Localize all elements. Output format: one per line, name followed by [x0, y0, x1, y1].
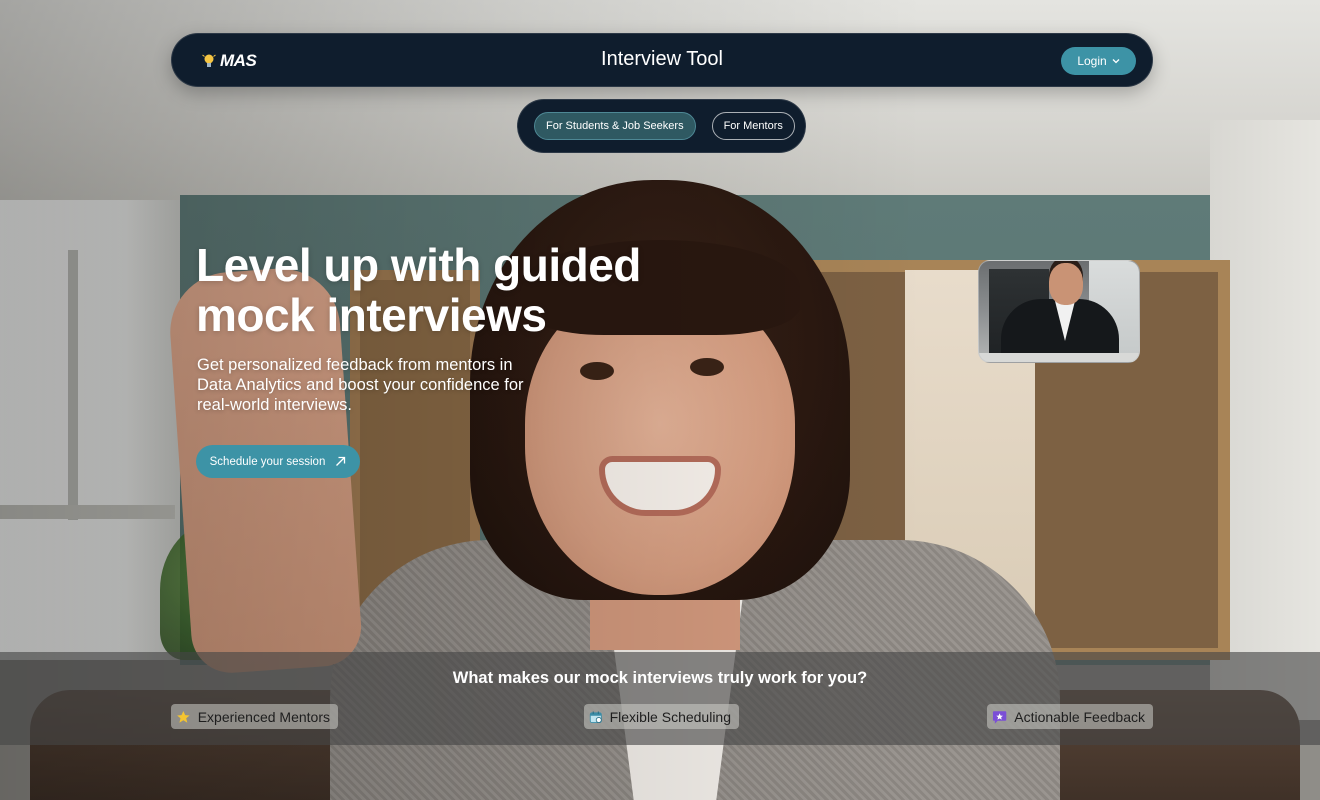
features-band: What makes our mock interviews truly wor… — [0, 652, 1320, 745]
arrow-up-right-icon — [336, 456, 346, 466]
schedule-session-button[interactable]: Schedule your session — [196, 445, 360, 478]
feature-label: Actionable Feedback — [1014, 708, 1145, 725]
feature-label: Experienced Mentors — [197, 708, 330, 725]
login-button[interactable]: Login — [1061, 47, 1136, 75]
calendar-icon — [589, 710, 602, 723]
feature-flexible-scheduling: Flexible Scheduling — [584, 704, 739, 729]
feature-label: Flexible Scheduling — [609, 708, 731, 725]
hero-subtitle: Get personalized feedback from mentors i… — [197, 356, 524, 414]
feature-actionable-feedback: Actionable Feedback — [987, 704, 1153, 729]
tab-students-job-seekers[interactable]: For Students & Job Seekers — [534, 112, 696, 140]
page-title: Interview Tool — [601, 48, 723, 70]
feature-experienced-mentors: Experienced Mentors — [171, 704, 338, 729]
features-heading: What makes our mock interviews truly wor… — [452, 669, 868, 687]
schedule-session-label: Schedule your session — [209, 455, 326, 468]
tab-mentors[interactable]: For Mentors — [711, 112, 795, 140]
star-icon — [177, 710, 190, 723]
chevron-down-icon — [1112, 59, 1120, 64]
top-navbar: MAS Interview Tool Login — [171, 33, 1153, 87]
hero-title: Level up with guided mock interviews — [196, 239, 641, 341]
login-button-label: Login — [1077, 54, 1107, 68]
feedback-icon — [992, 710, 1007, 724]
audience-switcher: For Students & Job Seekers For Mentors — [517, 99, 806, 153]
mentor-video-thumbnail — [978, 260, 1140, 363]
